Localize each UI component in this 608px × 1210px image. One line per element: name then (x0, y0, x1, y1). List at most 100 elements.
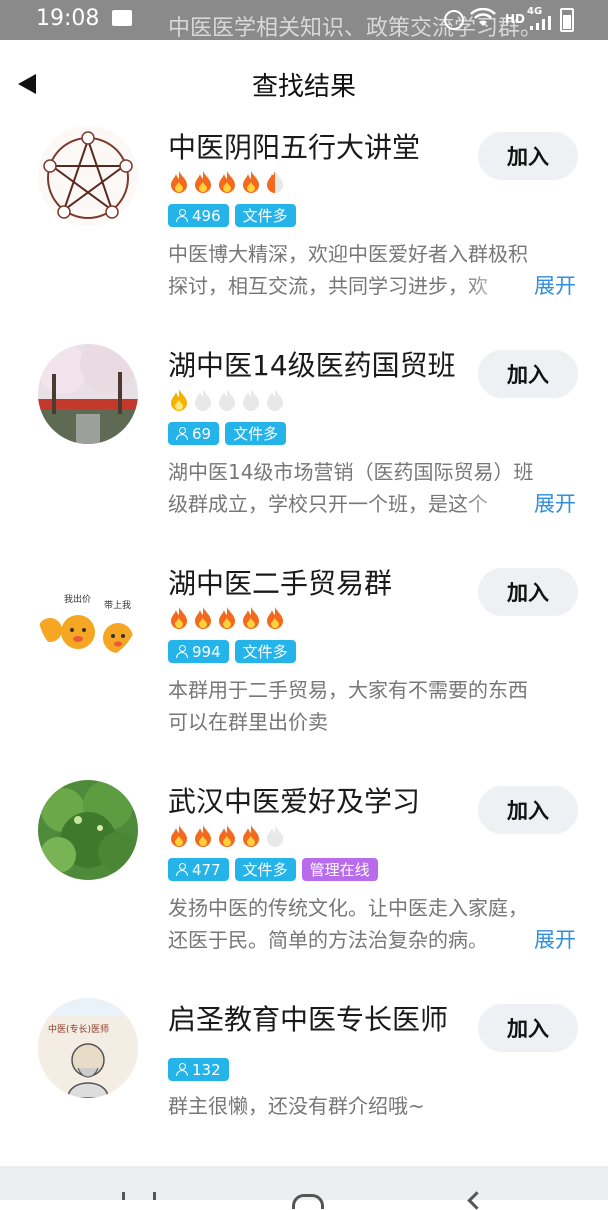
signal-strength-icon (530, 16, 551, 30)
group-avatar (38, 344, 138, 444)
recent-apps-icon[interactable] (122, 1192, 156, 1200)
person-icon (176, 209, 188, 222)
member-count-tag: 994 (168, 640, 229, 663)
flame-icon (195, 171, 211, 193)
person-icon (176, 427, 188, 440)
join-button[interactable]: 加入 (478, 568, 578, 616)
svg-text:带上我: 带上我 (104, 600, 131, 611)
group-description: 本群用于二手贸易，大家有不需要的东西 可以在群里出价卖 (168, 674, 580, 738)
group-description: 中医博大精深，欢迎中医爱好者入群极积 探讨，相互交流，共同学习进步，欢 (168, 238, 580, 302)
join-button[interactable]: 加入 (478, 350, 578, 398)
svg-text:我出价: 我出价 (64, 593, 91, 605)
activity-rating (168, 824, 286, 848)
member-count: 69 (192, 424, 212, 443)
group-description: 发扬中医的传统文化。让中医走入家庭， 还医于民。简单的方法治复杂的病。 (168, 892, 580, 956)
flame-icon (243, 607, 259, 629)
group-avatar (38, 126, 138, 226)
files-tag: 文件多 (234, 858, 296, 881)
join-button[interactable]: 加入 (478, 1004, 578, 1052)
member-count: 994 (192, 642, 221, 661)
group-description: 群主很懒，还没有群介绍哦~ (168, 1090, 580, 1154)
group-tags: 994 文件多 (168, 640, 296, 663)
member-count: 496 (192, 206, 221, 225)
system-navigation-bar (0, 1166, 608, 1210)
group-name: 湖中医14级医药国贸班 (168, 349, 456, 382)
group-item[interactable]: 武汉中医爱好及学习 加入 477 文件多 管理在线 发扬中医的传统文化。让中医走… (0, 764, 608, 982)
files-tag: 文件多 (234, 640, 296, 663)
message-notification-icon (112, 10, 132, 26)
page-title: 查找结果 (251, 72, 356, 102)
flame-icon (195, 825, 211, 847)
member-count-tag: 69 (168, 422, 220, 445)
group-item[interactable]: 湖中医14级医药国贸班 加入 69 文件多 湖中医14级市场营销（医药国际贸易）… (0, 328, 608, 546)
flame-icon (195, 607, 211, 629)
group-avatar: 我出价 带上我 (38, 562, 138, 662)
five-elements-pentagram-icon (38, 126, 138, 226)
green-tree-photo-icon (38, 780, 138, 880)
group-item[interactable]: 中医阴阳五行大讲堂 加入 496 文件多 中医博大精深，欢迎中医爱好者入群极积 … (0, 110, 608, 328)
flame-icon (171, 389, 187, 411)
group-name: 武汉中医爱好及学习 (168, 785, 421, 818)
empty-flame-icon (267, 389, 283, 411)
description-line: 探讨，相互交流，共同学习进步，欢 (168, 274, 488, 298)
battery-icon (560, 8, 574, 32)
description-line: 湖中医14级市场营销（医药国际贸易）班 (168, 460, 534, 484)
flame-icon (171, 607, 187, 629)
person-icon (176, 863, 188, 876)
member-count-tag: 132 (168, 1058, 229, 1081)
description-line: 级群成立，学校只开一个班，是这个 (168, 492, 488, 516)
home-icon[interactable] (292, 1194, 324, 1209)
description-line: 本群用于二手贸易，大家有不需要的东西 (168, 678, 528, 702)
member-count: 132 (192, 1060, 221, 1079)
status-bar: 中医医学相关知识、政策交流学习群。 19:08 HD 4G (0, 0, 608, 41)
activity-rating (168, 388, 286, 412)
empty-flame-icon (267, 825, 283, 847)
group-tags: 496 文件多 (168, 204, 296, 227)
join-button[interactable]: 加入 (478, 132, 578, 180)
group-description: 湖中医14级市场营销（医药国际贸易）班 级群成立，学校只开一个班，是这个 (168, 456, 580, 520)
wifi-icon (470, 8, 496, 26)
empty-flame-icon (195, 389, 211, 411)
description-line: 可以在群里出价卖 (168, 710, 328, 734)
group-tags: 477 文件多 管理在线 (168, 858, 378, 881)
group-item[interactable]: 我出价 带上我 湖中医二手贸易群 加入 994 文件多 本群用于二手贸易，大家有… (0, 546, 608, 764)
campus-photo-icon (38, 344, 138, 444)
flame-icon (243, 171, 259, 193)
person-icon (176, 645, 188, 658)
description-line: 群主很懒，还没有群介绍哦~ (168, 1094, 425, 1118)
group-tags: 132 (168, 1058, 229, 1081)
system-back-icon[interactable] (467, 1191, 486, 1210)
expand-link[interactable]: 展开 (534, 924, 576, 954)
flame-icon (219, 607, 235, 629)
admin-online-tag: 管理在线 (301, 858, 378, 881)
group-name: 启圣教育中医专长医师 (168, 1003, 449, 1036)
half-flame-icon (267, 171, 283, 193)
cartoon-bears-icon: 我出价 带上我 (38, 562, 138, 662)
files-tag: 文件多 (234, 204, 296, 227)
status-time: 19:08 (36, 6, 100, 31)
description-line: 发扬中医的传统文化。让中医走入家庭， (168, 896, 528, 920)
tcm-doctor-portrait-icon: 中医(专长)医师 (38, 998, 138, 1098)
flame-icon (243, 825, 259, 847)
person-icon (176, 1063, 188, 1076)
group-name: 中医阴阳五行大讲堂 (168, 131, 421, 164)
activity-rating (168, 606, 286, 630)
empty-flame-icon (219, 389, 235, 411)
flame-icon (171, 171, 187, 193)
files-tag: 文件多 (225, 422, 287, 445)
expand-link[interactable]: 展开 (534, 270, 576, 300)
alarm-icon (444, 10, 464, 30)
group-tags: 69 文件多 (168, 422, 287, 445)
hd-indicator: HD (505, 12, 526, 26)
group-avatar (38, 780, 138, 880)
group-avatar: 中医(专长)医师 (38, 998, 138, 1098)
description-line: 中医博大精深，欢迎中医爱好者入群极积 (168, 242, 528, 266)
activity-rating (168, 170, 286, 194)
empty-flame-icon (243, 389, 259, 411)
flame-icon (171, 825, 187, 847)
group-name: 湖中医二手贸易群 (168, 567, 393, 600)
join-button[interactable]: 加入 (478, 786, 578, 834)
flame-icon (219, 825, 235, 847)
description-line: 还医于民。简单的方法治复杂的病。 (168, 928, 488, 952)
expand-link[interactable]: 展开 (534, 488, 576, 518)
